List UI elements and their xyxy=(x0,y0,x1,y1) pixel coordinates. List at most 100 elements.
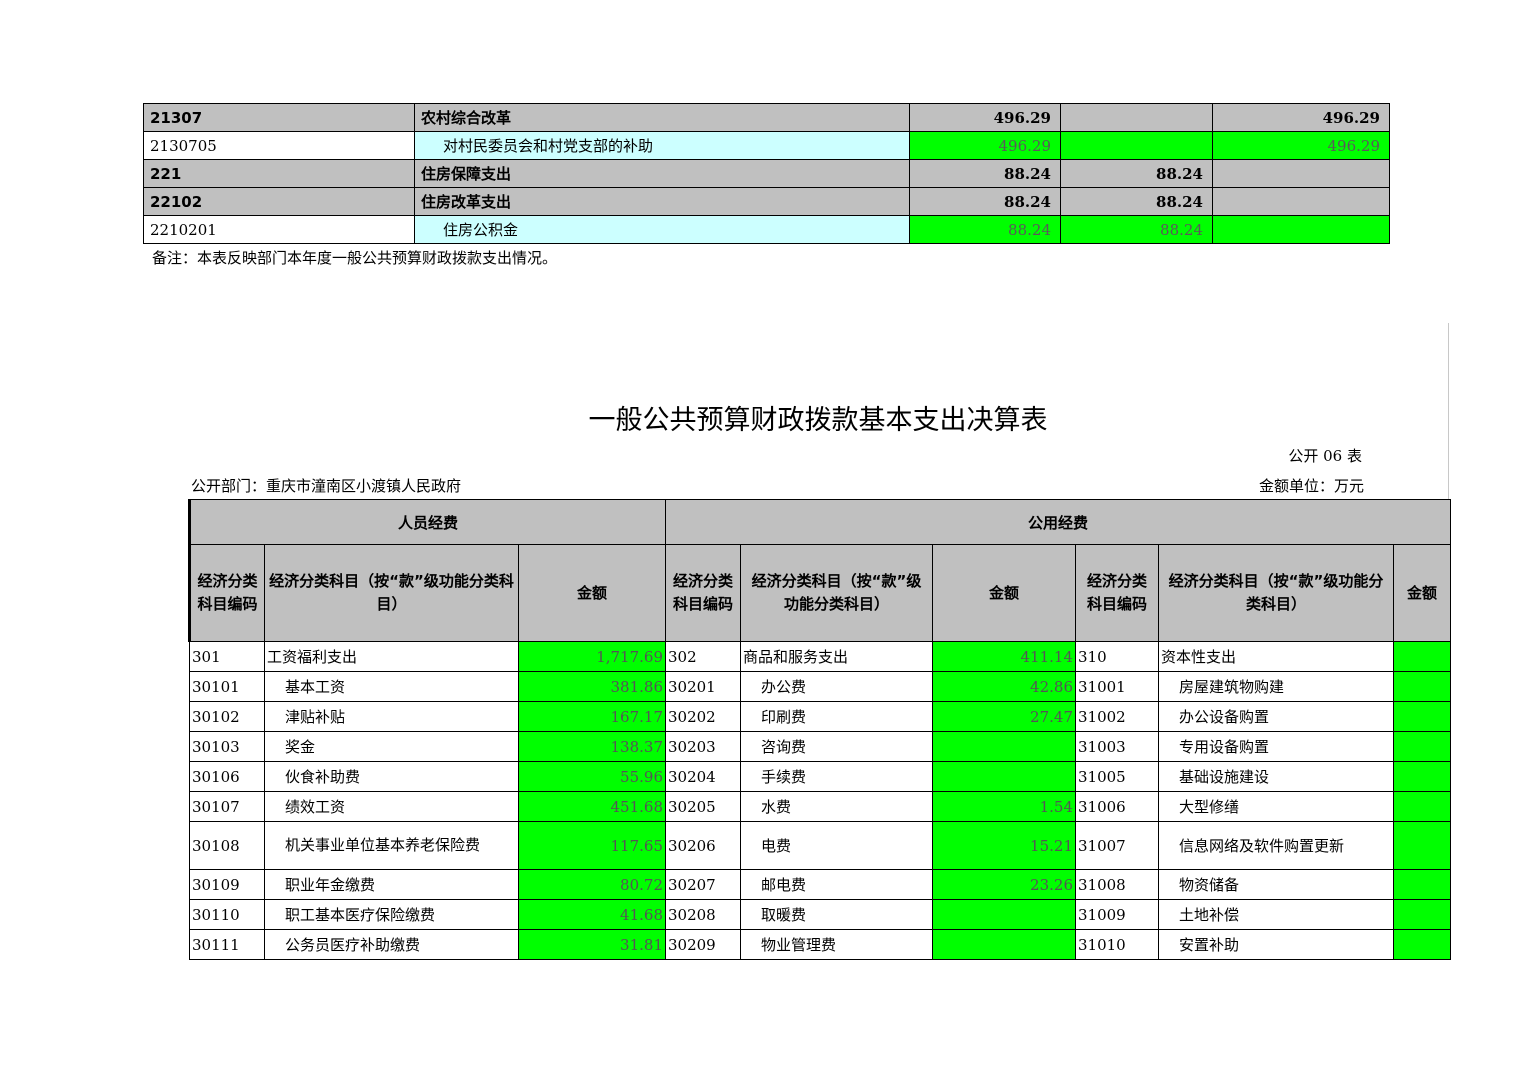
amount-b: 411.14 xyxy=(932,641,1076,672)
total-amount: 88.24 xyxy=(909,159,1061,188)
code-a: 30107 xyxy=(189,791,265,822)
column-header-row: 经济分类科目编码 经济分类科目（按“款”级功能分类科目） 金额 经济分类科目编码… xyxy=(188,544,1452,642)
total-amount: 496.29 xyxy=(909,103,1061,132)
amount-c xyxy=(1392,671,1452,702)
code-a: 301 xyxy=(189,641,265,672)
table-row: 21307 农村综合改革 496.29 496.29 xyxy=(143,103,1390,132)
amount-c xyxy=(1392,761,1452,792)
col-code-c: 经济分类科目编码 xyxy=(1075,544,1159,642)
table-row: 30103 奖金 138.37 30203 咨询费 31003 专用设备购置 xyxy=(189,731,1452,762)
amount-b: 1.54 xyxy=(932,791,1076,822)
amount-b: 27.47 xyxy=(932,701,1076,732)
amount-b: 23.26 xyxy=(932,869,1076,900)
name-a-text: 机关事业单位基本养老保险费 xyxy=(285,836,481,854)
amount-a: 167.17 xyxy=(518,701,666,732)
amount-b xyxy=(932,929,1076,960)
code-a: 30110 xyxy=(189,899,265,930)
name-b: 办公费 xyxy=(740,671,933,702)
name-b: 物业管理费 xyxy=(740,929,933,960)
name-c: 基础设施建设 xyxy=(1158,761,1394,792)
amount-a: 55.96 xyxy=(518,761,666,792)
name-b: 商品和服务支出 xyxy=(740,641,933,672)
name-b: 印刷费 xyxy=(740,701,933,732)
subject-code: 2210201 xyxy=(143,215,415,244)
subject-name: 住房公积金 xyxy=(414,215,910,244)
amount-a: 1,717.69 xyxy=(518,641,666,672)
code-c: 31006 xyxy=(1075,791,1159,822)
code-c: 31001 xyxy=(1075,671,1159,702)
table-row: 30106 伙食补助费 55.96 30204 手续费 31005 基础设施建设 xyxy=(189,761,1452,792)
name-a: 职业年金缴费 xyxy=(264,869,519,900)
project-amount xyxy=(1212,215,1390,244)
name-c: 安置补助 xyxy=(1158,929,1394,960)
col-amount-c: 金额 xyxy=(1392,544,1452,642)
col-code-b: 经济分类科目编码 xyxy=(665,544,741,642)
table-row: 22102 住房改革支出 88.24 88.24 xyxy=(143,187,1390,216)
table-row: 30108 机关事业单位基本养老保险费 117.65 30206 电费 15.2… xyxy=(189,821,1452,870)
name-b: 咨询费 xyxy=(740,731,933,762)
amount-a: 117.65 xyxy=(518,821,666,870)
table-row: 221 住房保障支出 88.24 88.24 xyxy=(143,159,1390,188)
name-a: 绩效工资 xyxy=(264,791,519,822)
basic-expenditure-table: 人员经费 公用经费 经济分类科目编码 经济分类科目（按“款”级功能分类科目） 金… xyxy=(188,499,1452,960)
code-b: 302 xyxy=(665,641,741,672)
code-b: 30205 xyxy=(665,791,741,822)
code-b: 30202 xyxy=(665,701,741,732)
name-a: 工资福利支出 xyxy=(264,641,519,672)
code-a: 30103 xyxy=(189,731,265,762)
code-b: 30206 xyxy=(665,821,741,870)
amount-c xyxy=(1392,869,1452,900)
name-c: 大型修缮 xyxy=(1158,791,1394,822)
name-a: 基本工资 xyxy=(264,671,519,702)
code-b: 30207 xyxy=(665,869,741,900)
code-c: 31008 xyxy=(1075,869,1159,900)
code-b: 30204 xyxy=(665,761,741,792)
col-name-c: 经济分类科目（按“款”级功能分类科目） xyxy=(1158,544,1394,642)
page-title: 一般公共预算财政拨款基本支出决算表 xyxy=(588,405,1048,436)
code-a: 30108 xyxy=(189,821,265,870)
amount-b xyxy=(932,899,1076,930)
amount-b xyxy=(932,761,1076,792)
name-b: 取暖费 xyxy=(740,899,933,930)
subject-code: 221 xyxy=(143,159,415,188)
name-a: 职工基本医疗保险缴费 xyxy=(264,899,519,930)
code-b: 30203 xyxy=(665,731,741,762)
subject-name: 住房保障支出 xyxy=(414,159,910,188)
table-row: 2210201 住房公积金 88.24 88.24 xyxy=(143,215,1390,244)
expenditure-table-continued: 21307 农村综合改革 496.29 496.29 2130705 对村民委员… xyxy=(143,103,1390,244)
basic-amount xyxy=(1060,131,1213,160)
name-a: 公务员医疗补助缴费 xyxy=(264,929,519,960)
subject-code: 2130705 xyxy=(143,131,415,160)
col-amount-b: 金额 xyxy=(932,544,1076,642)
basic-amount xyxy=(1060,103,1213,132)
name-a: 机关事业单位基本养老保险费 xyxy=(264,821,519,870)
amount-a: 138.37 xyxy=(518,731,666,762)
amount-c xyxy=(1392,701,1452,732)
subject-name: 农村综合改革 xyxy=(414,103,910,132)
subject-name: 住房改革支出 xyxy=(414,187,910,216)
amount-c xyxy=(1392,731,1452,762)
project-amount: 496.29 xyxy=(1212,131,1390,160)
code-a: 30102 xyxy=(189,701,265,732)
amount-a: 80.72 xyxy=(518,869,666,900)
name-c: 资本性支出 xyxy=(1158,641,1394,672)
amount-a: 31.81 xyxy=(518,929,666,960)
name-b: 水费 xyxy=(740,791,933,822)
unit-label: 金额单位：万元 xyxy=(1258,477,1364,495)
basic-amount: 88.24 xyxy=(1060,159,1213,188)
name-b: 电费 xyxy=(740,821,933,870)
group-public: 公用经费 xyxy=(664,499,1452,545)
subject-code: 21307 xyxy=(143,103,415,132)
group-header-row: 人员经费 公用经费 xyxy=(188,499,1452,545)
subject-code: 22102 xyxy=(143,187,415,216)
col-amount-a: 金额 xyxy=(518,544,666,642)
code-c: 31005 xyxy=(1075,761,1159,792)
table-row: 30109 职业年金缴费 80.72 30207 邮电费 23.26 31008… xyxy=(189,869,1452,900)
total-amount: 496.29 xyxy=(909,131,1061,160)
code-b: 30209 xyxy=(665,929,741,960)
col-name-b: 经济分类科目（按“款”级功能分类科目） xyxy=(740,544,933,642)
code-a: 30101 xyxy=(189,671,265,702)
code-a: 30111 xyxy=(189,929,265,960)
col-name-a: 经济分类科目（按“款”级功能分类科目） xyxy=(264,544,519,642)
name-b: 邮电费 xyxy=(740,869,933,900)
